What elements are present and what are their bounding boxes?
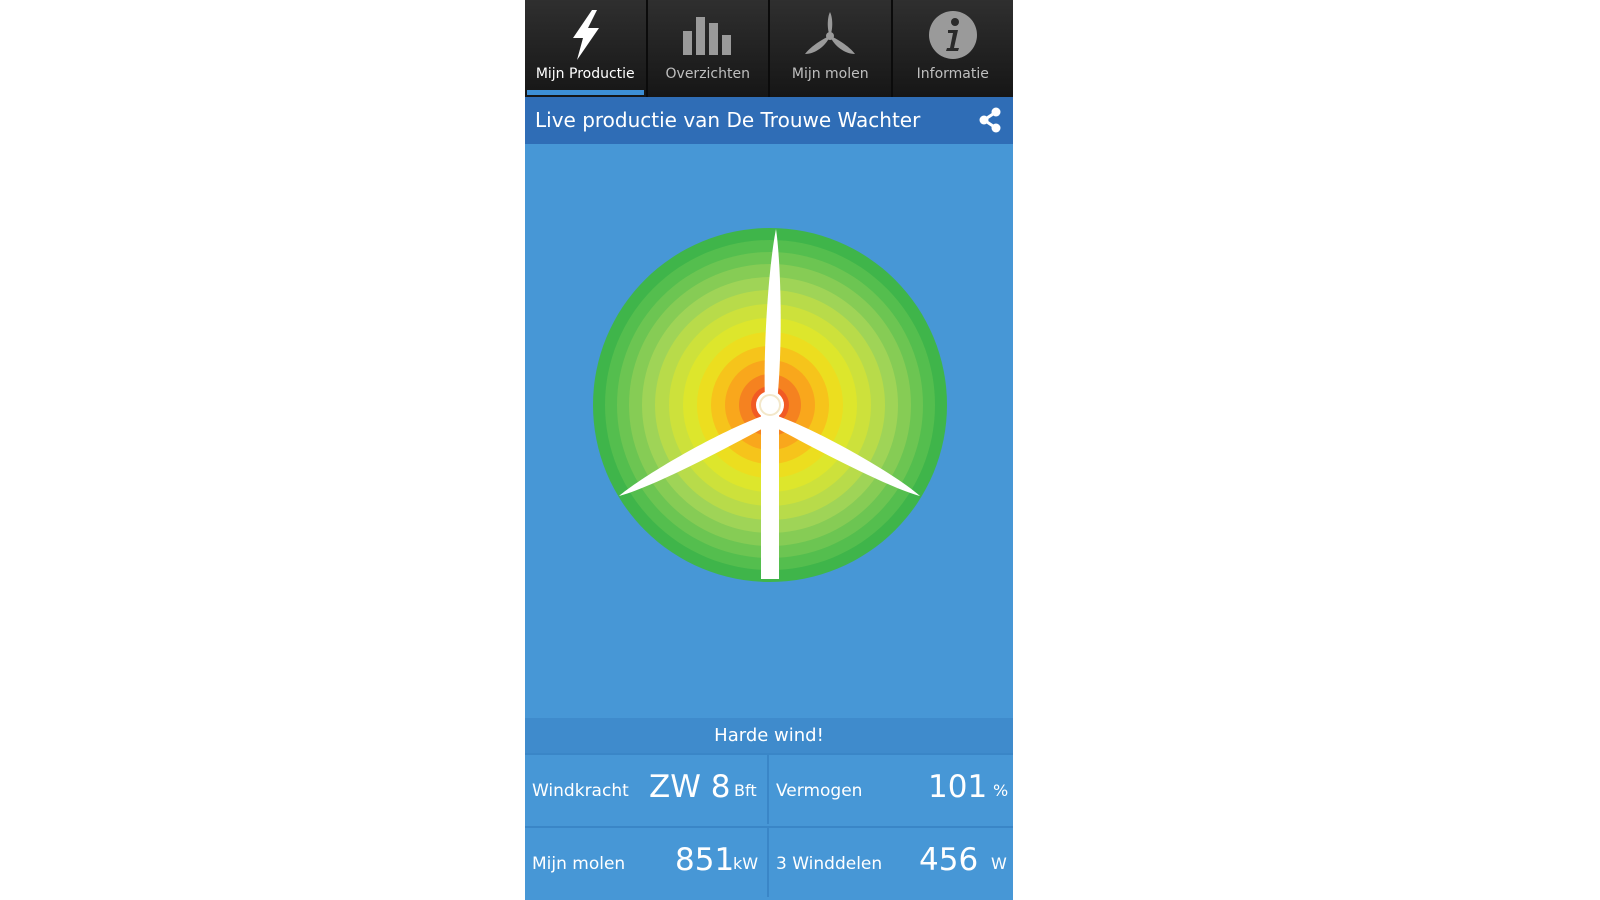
stats-grid: Windkracht ZW 8 Bft Vermogen 101 % Mijn … — [525, 753, 1013, 900]
stat-value: 101 — [928, 769, 988, 805]
turbine-icon — [805, 12, 856, 54]
tab-mijn-molen[interactable]: Mijn molen — [770, 0, 893, 97]
stat-unit: Bft — [734, 781, 757, 800]
stat-value: ZW 8 — [649, 769, 731, 805]
stat-mijn-molen: Mijn molen 851 kW — [525, 826, 769, 897]
stat-value: 851 — [675, 842, 735, 878]
tab-label: Overzichten — [665, 66, 750, 82]
app-screen: Mijn Productie Overzichten Mijn molen In… — [525, 0, 1013, 900]
turbine-visual — [525, 144, 1013, 718]
bar-chart-icon — [682, 17, 731, 55]
stat-label: 3 Winddelen — [776, 854, 883, 874]
tab-mijn-productie[interactable]: Mijn Productie — [525, 0, 648, 97]
stat-unit: W — [991, 854, 1007, 873]
tab-informatie[interactable]: Informatie — [892, 0, 1013, 97]
active-tab-indicator — [527, 90, 644, 95]
wind-status: Harde wind! — [525, 718, 1013, 753]
tab-label: Mijn molen — [791, 66, 869, 82]
stat-label: Vermogen — [776, 781, 863, 801]
info-icon — [928, 11, 977, 59]
lightning-icon — [573, 10, 600, 60]
stat-vermogen: Vermogen 101 % — [769, 753, 1013, 824]
stat-unit: kW — [733, 854, 759, 873]
share-icon[interactable] — [977, 107, 1003, 133]
tab-label: Mijn Productie — [535, 66, 635, 82]
stat-label: Mijn molen — [532, 854, 626, 874]
stat-unit: % — [993, 781, 1009, 800]
title-bar: Live productie van De Trouwe Wachter — [525, 97, 1013, 144]
tab-overzichten[interactable]: Overzichten — [647, 0, 770, 97]
stat-windkracht: Windkracht ZW 8 Bft — [525, 753, 769, 824]
stat-label: Windkracht — [532, 781, 629, 801]
page-title: Live productie van De Trouwe Wachter — [535, 108, 921, 132]
stat-winddelen: 3 Winddelen 456 W — [769, 826, 1013, 897]
stat-value: 456 — [919, 842, 979, 878]
tab-bar: Mijn Productie Overzichten Mijn molen In… — [525, 0, 1013, 97]
tab-label: Informatie — [916, 66, 989, 82]
